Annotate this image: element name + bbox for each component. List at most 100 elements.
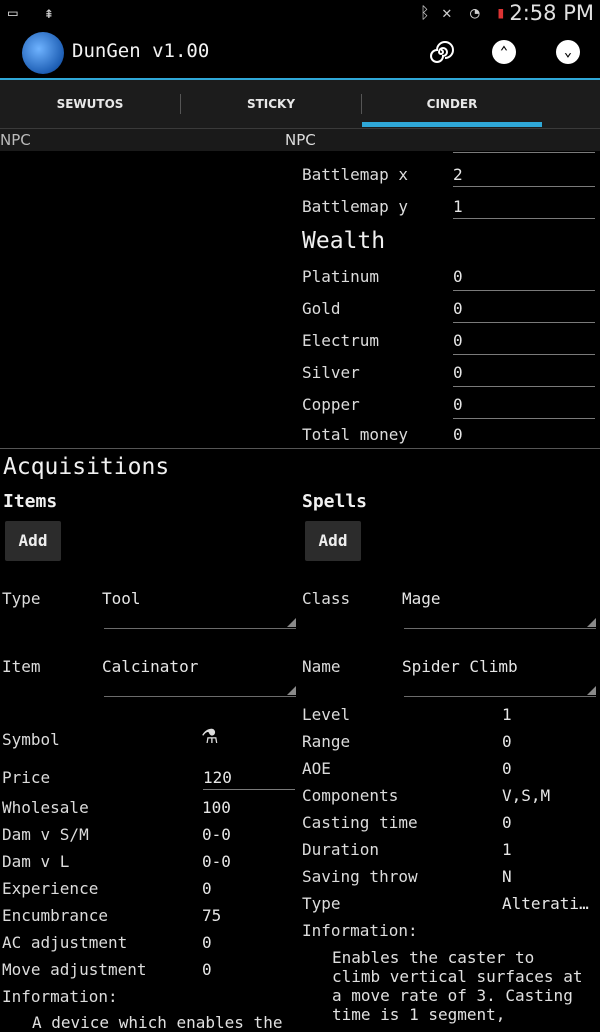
experience-value: 0 <box>202 879 212 898</box>
aoe-label: AOE <box>302 759 331 778</box>
move-adjustment-label: Move adjustment <box>2 960 147 979</box>
flask-icon: ⚗ <box>202 720 218 750</box>
field-underline <box>203 789 295 790</box>
electrum-field[interactable]: 0 <box>453 331 463 350</box>
gold-label: Gold <box>302 299 341 318</box>
npc-left-label: NPC <box>0 131 31 149</box>
items-heading: Items <box>3 491 58 512</box>
usb-icon: ⇞ <box>44 3 54 22</box>
saving-throw-value: N <box>502 867 512 886</box>
spinner-underline <box>404 696 596 697</box>
ac-adjustment-value: 0 <box>202 933 212 952</box>
field-underline <box>453 354 595 355</box>
experience-label: Experience <box>2 879 99 898</box>
chevron-up-icon: ⌃ <box>499 44 509 60</box>
spiral-icon[interactable] <box>428 39 454 65</box>
price-label: Price <box>2 768 51 787</box>
copper-field[interactable]: 0 <box>453 395 463 414</box>
tab-sewutos[interactable]: SEWUTOS <box>0 80 180 128</box>
spells-heading: Spells <box>302 491 368 512</box>
app-title: DunGen v1.00 <box>72 40 210 62</box>
encumbrance-label: Encumbrance <box>2 906 108 925</box>
spell-class-spinner[interactable]: Mage <box>402 589 441 608</box>
saving-throw-label: Saving throw <box>302 867 418 886</box>
spell-name-spinner[interactable]: Spider Climb <box>402 657 518 676</box>
add-spell-button[interactable]: Add <box>305 521 361 561</box>
spell-name-label: Name <box>302 657 341 676</box>
field-underline <box>453 386 595 387</box>
field-underline <box>453 218 595 219</box>
item-information-text: A device which enables the <box>32 1013 283 1032</box>
wealth-heading: Wealth <box>302 228 386 254</box>
dam-vs-l-label: Dam v L <box>2 852 70 871</box>
scroll-down-button[interactable]: ⌄ <box>556 40 580 64</box>
field-underline <box>453 418 595 419</box>
battlemap-x-field[interactable]: 2 <box>453 165 463 184</box>
clock: 2:58 PM <box>509 1 594 25</box>
tab-sticky[interactable]: STICKY <box>181 80 361 128</box>
action-bar: DunGen v1.00 ⌃ ⌄ <box>0 26 600 78</box>
duration-label: Duration <box>302 840 380 859</box>
selected-tab-indicator <box>362 122 542 127</box>
item-name-spinner[interactable]: Calcinator <box>102 657 198 676</box>
tab-bar: SEWUTOS STICKY CINDER <box>0 80 600 129</box>
spinner-underline <box>104 696 296 697</box>
level-label: Level <box>302 705 351 724</box>
dam-vs-l-value: 0-0 <box>202 852 231 871</box>
level-value: 1 <box>502 705 512 724</box>
spell-type-value: Alterati… <box>502 894 589 913</box>
battery-icon: ▮ <box>496 3 506 22</box>
wholesale-value: 100 <box>202 798 231 817</box>
casting-time-label: Casting time <box>302 813 418 832</box>
move-adjustment-value: 0 <box>202 960 212 979</box>
scroll-up-button[interactable]: ⌃ <box>492 40 516 64</box>
duration-value: 1 <box>502 840 512 859</box>
spell-information-line: a move rate of 3. Casting <box>332 986 573 1005</box>
item-type-label: Type <box>2 589 41 608</box>
wifi-icon: ◔ <box>470 3 480 22</box>
npc-right-label: NPC <box>285 131 316 149</box>
spinner-arrow-icon <box>287 618 296 627</box>
battlemap-y-field[interactable]: 1 <box>453 197 463 216</box>
aoe-value: 0 <box>502 759 512 778</box>
dam-vs-sm-label: Dam v S/M <box>2 825 89 844</box>
tab-cinder[interactable]: CINDER <box>362 80 542 128</box>
field-underline <box>453 290 595 291</box>
silver-label: Silver <box>302 363 360 382</box>
section-divider <box>0 448 600 449</box>
price-field[interactable]: 120 <box>203 768 232 787</box>
range-label: Range <box>302 732 351 751</box>
add-item-button[interactable]: Add <box>5 521 61 561</box>
status-bar: ▭ ⇞ ᛒ ✕ ◔ ▮ 2:58 PM <box>0 0 600 26</box>
item-name-label: Item <box>2 657 41 676</box>
chevron-down-icon: ⌄ <box>563 44 573 60</box>
mute-icon: ✕ <box>442 3 452 22</box>
battlemap-y-label: Battlemap y <box>302 197 408 216</box>
total-money-label: Total money <box>302 425 408 444</box>
spinner-arrow-icon <box>587 686 596 695</box>
item-type-spinner[interactable]: Tool <box>102 589 141 608</box>
screen-cast-icon: ▭ <box>8 3 18 22</box>
item-information-label: Information: <box>2 987 118 1006</box>
acquisitions-heading: Acquisitions <box>3 454 170 480</box>
wholesale-label: Wholesale <box>2 798 89 817</box>
app-logo-icon <box>22 32 64 74</box>
spell-class-label: Class <box>302 589 351 608</box>
battlemap-x-label: Battlemap x <box>302 165 408 184</box>
encumbrance-value: 75 <box>202 906 222 925</box>
electrum-label: Electrum <box>302 331 380 350</box>
ac-adjustment-label: AC adjustment <box>2 933 128 952</box>
range-value: 0 <box>502 732 512 751</box>
platinum-field[interactable]: 0 <box>453 267 463 286</box>
components-value: V,S,M <box>502 786 551 805</box>
spell-information-line: Enables the caster to <box>332 948 535 967</box>
field-underline <box>453 152 595 153</box>
silver-field[interactable]: 0 <box>453 363 463 382</box>
spell-information-label: Information: <box>302 921 418 940</box>
components-label: Components <box>302 786 399 805</box>
gold-field[interactable]: 0 <box>453 299 463 318</box>
spell-type-label: Type <box>302 894 341 913</box>
spinner-underline <box>404 628 596 629</box>
bluetooth-icon: ᛒ <box>420 3 430 22</box>
symbol-label: Symbol <box>2 730 60 749</box>
